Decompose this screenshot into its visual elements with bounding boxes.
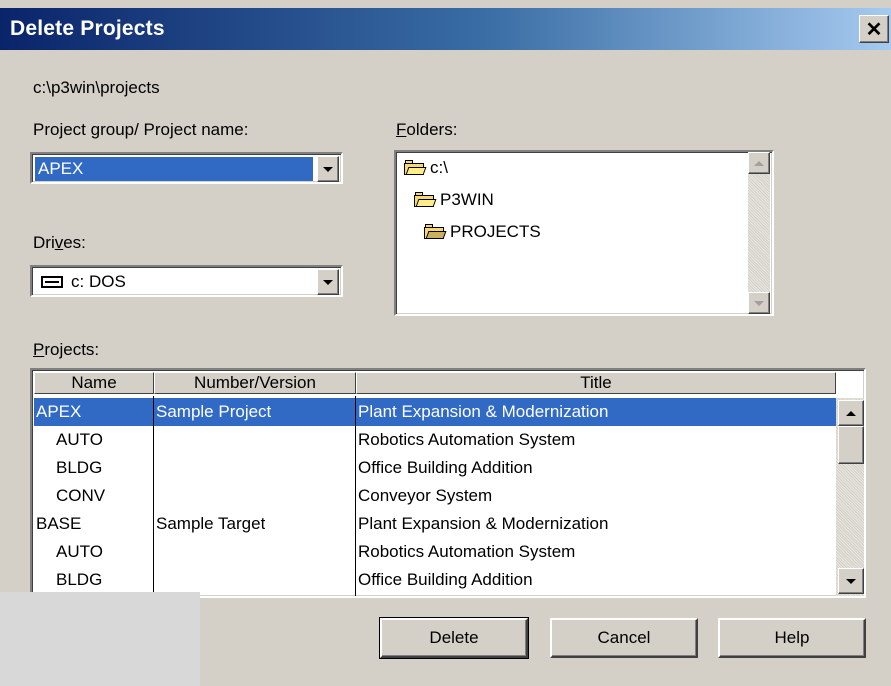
projects-scroll-thumb[interactable]: [838, 426, 864, 464]
projects-scroll-down[interactable]: [838, 568, 864, 594]
drives-combo[interactable]: c: DOS: [30, 265, 343, 297]
folder-item-p3win[interactable]: P3WIN: [414, 190, 494, 210]
current-path: c:\p3win\projects: [33, 78, 160, 97]
column-divider: [153, 396, 154, 596]
drives-label: Drives:: [33, 233, 86, 252]
drives-value-wrap: c: DOS: [35, 270, 313, 294]
title-bar[interactable]: Delete Projects ✕: [0, 8, 891, 50]
project-group-combo[interactable]: APEX: [30, 152, 343, 184]
desktop-edge-low: [0, 592, 200, 686]
hard-drive-icon: [41, 276, 63, 288]
project-group-dropdown-button[interactable]: [317, 156, 339, 182]
projects-table[interactable]: Name Number/Version Title APEX Sample Pr…: [30, 368, 866, 598]
arrow-down-icon: [846, 578, 856, 584]
help-button[interactable]: Help: [718, 618, 866, 658]
projects-scrollbar[interactable]: [836, 398, 864, 596]
table-row[interactable]: BASE Sample Target Plant Expansion & Mod…: [34, 510, 836, 538]
chevron-down-icon: [323, 279, 333, 285]
table-row[interactable]: AUTO Robotics Automation System: [34, 426, 836, 454]
folders-scroll-down[interactable]: [748, 292, 770, 314]
projects-label: Projects:: [33, 340, 100, 359]
arrow-up-icon: [754, 160, 764, 166]
arrow-up-icon: [846, 410, 856, 416]
arrow-down-icon: [754, 300, 764, 306]
table-row[interactable]: BLDG Office Building Addition: [34, 454, 836, 482]
column-header-number[interactable]: Number/Version: [154, 372, 356, 394]
open-folder-icon: [424, 224, 447, 240]
table-row[interactable]: APEX Sample Project Plant Expansion & Mo…: [34, 398, 836, 426]
cancel-button[interactable]: Cancel: [550, 618, 698, 658]
table-row[interactable]: BLDG Office Building Addition: [34, 566, 836, 594]
table-row[interactable]: AUTO Robotics Automation System: [34, 538, 836, 566]
drives-value: c: DOS: [71, 272, 126, 291]
drives-dropdown-button[interactable]: [317, 269, 339, 295]
folders-scroll-up[interactable]: [748, 152, 770, 174]
project-group-value: APEX: [35, 157, 313, 181]
column-divider: [355, 396, 356, 596]
projects-scroll-up[interactable]: [838, 400, 864, 426]
open-folder-icon: [404, 160, 427, 176]
open-folder-icon: [414, 192, 437, 208]
column-header-title[interactable]: Title: [356, 372, 836, 394]
folders-label: Folders:: [396, 120, 458, 139]
column-header-name[interactable]: Name: [34, 372, 154, 394]
close-button[interactable]: ✕: [859, 15, 889, 43]
table-row[interactable]: CONV Conveyor System: [34, 482, 836, 510]
project-group-label: Project group/ Project name:: [33, 120, 249, 139]
delete-button[interactable]: Delete: [379, 617, 529, 659]
window-title: Delete Projects: [10, 17, 165, 40]
chevron-down-icon: [323, 166, 333, 172]
folder-item-root[interactable]: c:\: [404, 158, 448, 178]
close-icon: ✕: [865, 18, 883, 41]
folders-list[interactable]: c:\ P3WIN PROJECTS: [394, 150, 774, 316]
folders-scrollbar[interactable]: [748, 152, 770, 314]
delete-projects-dialog: Delete Projects ✕ c:\p3win\projects Proj…: [0, 0, 891, 686]
folder-item-projects[interactable]: PROJECTS: [424, 222, 541, 242]
